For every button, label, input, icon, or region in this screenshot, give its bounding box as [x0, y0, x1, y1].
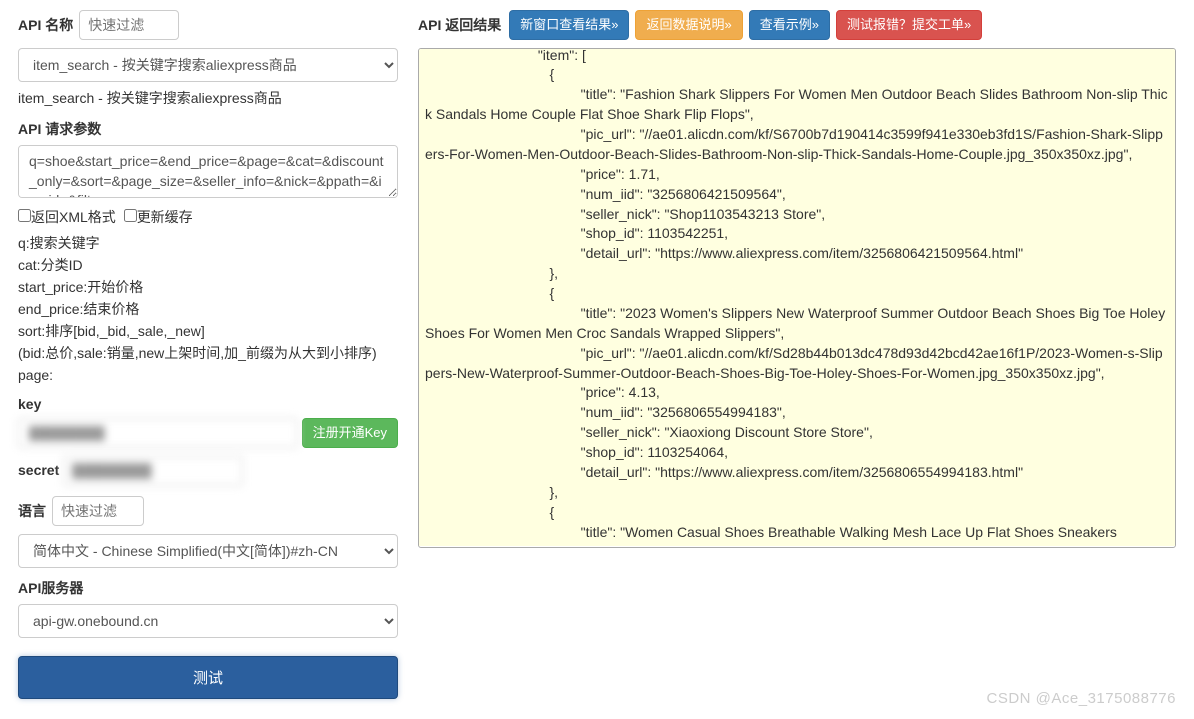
- lang-select[interactable]: 简体中文 - Chinese Simplified(中文[简体])#zh-CN: [18, 534, 398, 568]
- xml-checkbox[interactable]: [18, 209, 31, 222]
- api-name-filter-input[interactable]: [79, 10, 179, 40]
- data-desc-button[interactable]: 返回数据说明»: [635, 10, 742, 40]
- result-label: API 返回结果: [418, 15, 501, 35]
- xml-checkbox-label: 返回XML格式: [31, 209, 116, 225]
- api-name-select[interactable]: item_search - 按关键字搜索aliexpress商品: [18, 48, 398, 82]
- server-select[interactable]: api-gw.onebound.cn: [18, 604, 398, 638]
- new-window-button[interactable]: 新窗口查看结果»: [509, 10, 629, 40]
- server-label: API服务器: [18, 578, 83, 598]
- secret-label: secret: [18, 462, 59, 478]
- report-button[interactable]: 测试报错？提交工单»: [836, 10, 982, 40]
- key-label: key: [18, 396, 41, 412]
- test-button[interactable]: 测试: [18, 656, 398, 699]
- cache-checkbox[interactable]: [124, 209, 137, 222]
- example-button[interactable]: 查看示例»: [749, 10, 830, 40]
- lang-label: 语言: [18, 501, 46, 521]
- right-panel: API 返回结果 新窗口查看结果» 返回数据说明» 查看示例» 测试报错？提交工…: [418, 10, 1176, 709]
- left-panel: API 名称 item_search - 按关键字搜索aliexpress商品 …: [18, 10, 398, 709]
- lang-filter-input[interactable]: [52, 496, 144, 526]
- result-output[interactable]: "item": [ { "title": "Fashion Shark Slip…: [418, 48, 1176, 548]
- key-input[interactable]: [18, 418, 298, 448]
- secret-input[interactable]: [63, 456, 243, 486]
- api-name-label: API 名称: [18, 15, 73, 35]
- api-name-help: item_search - 按关键字搜索aliexpress商品: [18, 88, 398, 109]
- request-params-label: API 请求参数: [18, 119, 101, 139]
- cache-checkbox-label: 更新缓存: [137, 209, 193, 225]
- register-key-button[interactable]: 注册开通Key: [302, 418, 398, 448]
- param-help: q:搜索关键字 cat:分类ID start_price:开始价格 end_pr…: [18, 233, 398, 386]
- request-params-textarea[interactable]: [18, 145, 398, 198]
